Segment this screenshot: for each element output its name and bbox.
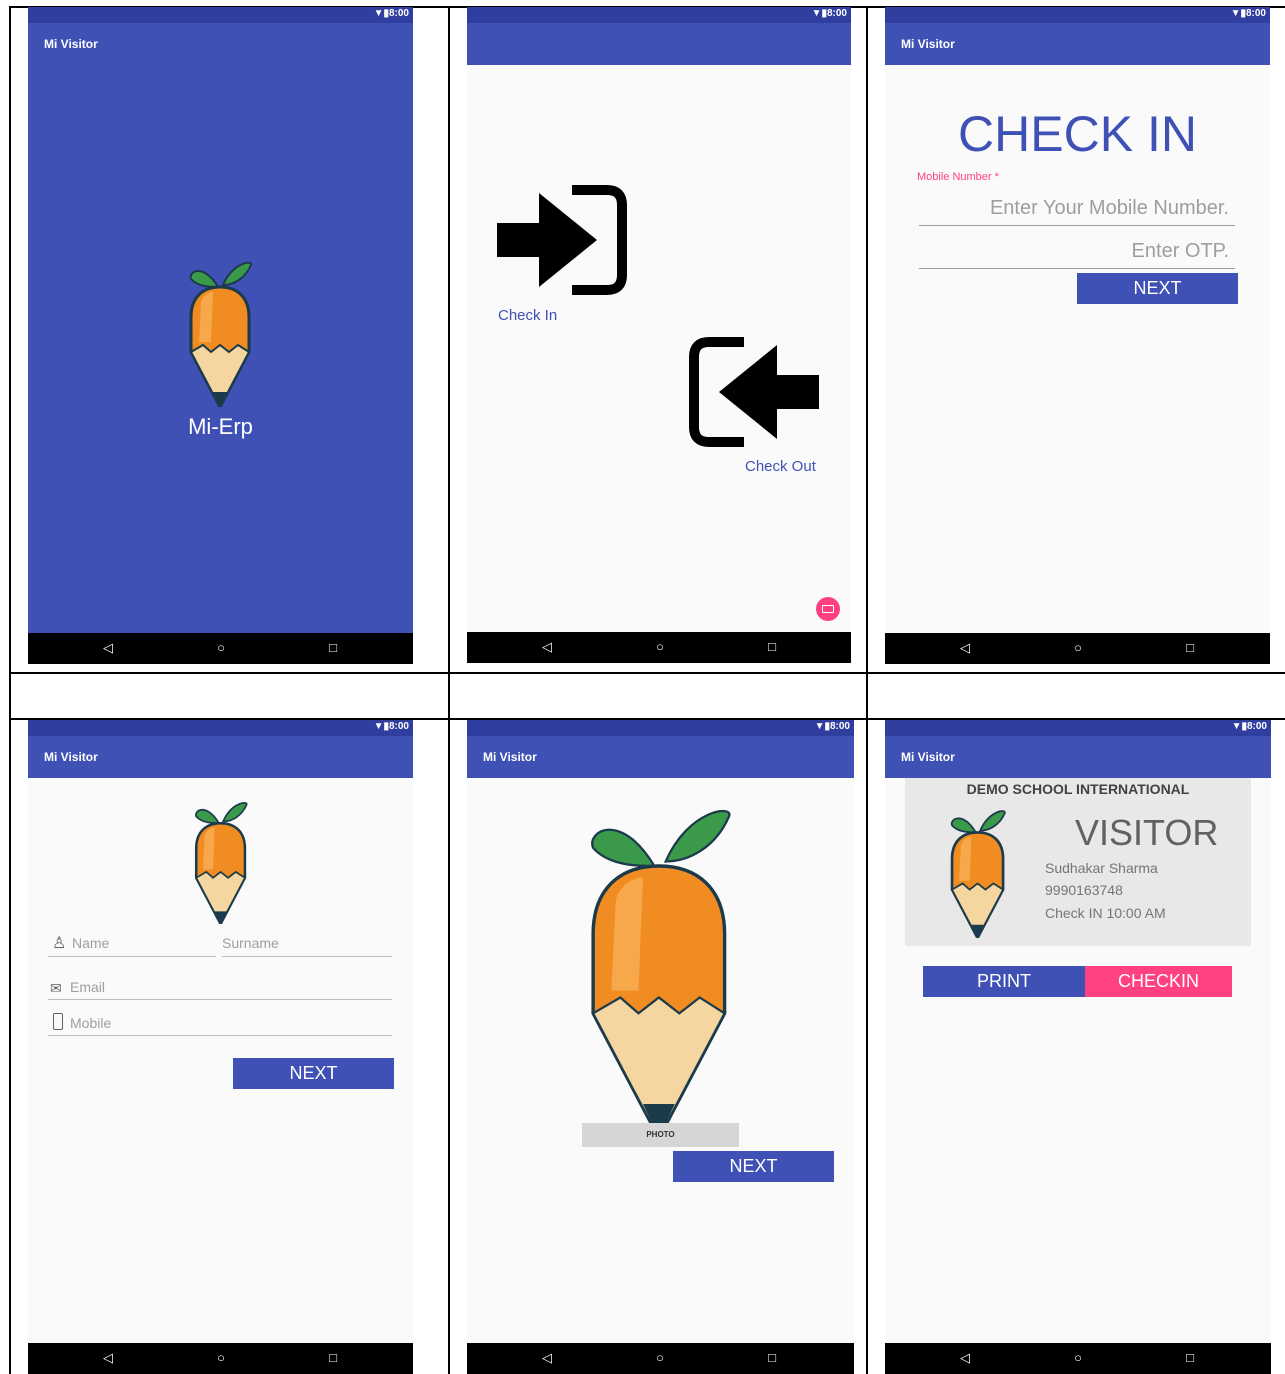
email-icon: ✉ [50,980,62,996]
recent-apps-icon[interactable]: □ [326,1351,340,1365]
recent-apps-icon[interactable]: □ [1183,1351,1197,1365]
recent-apps-icon[interactable]: □ [1183,641,1197,655]
app-bar: Mi Visitor [467,736,854,778]
next-button[interactable]: NEXT [1077,273,1238,304]
checkin-time: Check IN 10:00 AM [1045,905,1166,921]
status-icons: ▼▮8:00 [814,721,850,732]
grid-divider [866,6,868,1374]
app-bar: Mi Visitor [28,736,413,778]
app-title: Mi Visitor [483,750,537,764]
email-input[interactable]: Email [70,979,105,995]
checkin-button[interactable]: CHECKIN [1085,966,1232,997]
mobile-input[interactable]: Enter Your Mobile Number. [919,197,1229,220]
photo-screen: ▼▮8:00 Mi Visitor PHOTO NEXT ◁ ○ □ [467,720,854,1374]
check-in-icon[interactable] [497,185,627,295]
phone-icon [53,1013,63,1030]
otp-input[interactable]: Enter OTP. [919,240,1229,263]
person-icon: ♙ [52,935,67,952]
recent-apps-icon[interactable]: □ [326,641,340,655]
photo-preview-icon [591,809,731,1138]
back-icon[interactable]: ◁ [958,1351,972,1365]
mobile-label: Mobile Number * [917,171,999,183]
visitor-card: DEMO SCHOOL INTERNATIONAL VISITOR Sudhak… [905,778,1251,946]
status-bar: ▼▮8:00 [467,720,854,736]
grid-divider [9,6,11,1374]
fab-button[interactable] [816,597,840,621]
logo-icon [189,261,252,407]
check-in-screen: ▼▮8:00 Mi Visitor CHECK IN Mobile Number… [885,7,1270,664]
home-screen: ▼▮8:00 Check In Check Out ◁ ○ □ [467,7,851,663]
app-bar: Mi Visitor [28,23,413,65]
nav-bar: ◁ ○ □ [885,1343,1271,1374]
logo-icon [950,810,1006,938]
logo-icon [194,802,248,924]
home-icon[interactable]: ○ [1071,641,1085,655]
school-name: DEMO SCHOOL INTERNATIONAL [966,781,1190,797]
print-button[interactable]: PRINT [923,966,1085,997]
status-bar: ▼▮8:00 [28,7,413,23]
status-icons: ▼▮8:00 [373,721,409,732]
status-icons: ▼▮8:00 [1231,721,1267,732]
otp-underline [919,268,1235,269]
back-icon[interactable]: ◁ [540,1351,554,1365]
recent-apps-icon[interactable]: □ [765,1351,779,1365]
nav-bar: ◁ ○ □ [467,632,851,663]
app-title: Mi Visitor [901,750,955,764]
nav-bar: ◁ ○ □ [28,633,413,664]
nav-bar: ◁ ○ □ [885,633,1270,664]
visitor-name: Sudhakar Sharma [1045,860,1158,876]
mobile-underline [919,225,1235,226]
nav-bar: ◁ ○ □ [28,1343,413,1374]
status-bar: ▼▮8:00 [885,720,1271,736]
home-icon[interactable]: ○ [214,1351,228,1365]
next-button[interactable]: NEXT [673,1151,834,1182]
splash-app-name: Mi-Erp [188,414,253,439]
check-in-title: CHECK IN [958,106,1197,162]
photo-button[interactable]: PHOTO [582,1123,739,1147]
status-bar: ▼▮8:00 [467,7,851,23]
mail-icon [822,605,834,613]
app-title: Mi Visitor [44,750,98,764]
check-in-label[interactable]: Check In [498,307,557,324]
splash-screen: ▼▮8:00 Mi Visitor Mi-Erp ◁ ○ □ [28,7,413,664]
home-icon[interactable]: ○ [214,641,228,655]
status-icons: ▼▮8:00 [811,8,847,19]
email-underline [48,999,392,1000]
surname-underline [222,956,392,957]
back-icon[interactable]: ◁ [101,1351,115,1365]
check-out-icon[interactable] [689,337,819,447]
name-underline [48,956,216,957]
grid-divider [9,672,1285,674]
status-bar: ▼▮8:00 [28,720,413,736]
name-input[interactable]: Name [72,935,109,951]
back-icon[interactable]: ◁ [958,641,972,655]
visitor-pass-screen: ▼▮8:00 Mi Visitor DEMO SCHOOL INTERNATIO… [885,720,1271,1374]
grid-divider [448,6,450,1374]
screenshot-grid: ▼▮8:00 Mi Visitor Mi-Erp ◁ ○ □ ▼▮8:00 Ch… [0,0,1285,1374]
check-out-label[interactable]: Check Out [745,458,816,475]
back-icon[interactable]: ◁ [101,641,115,655]
home-icon[interactable]: ○ [653,640,667,654]
back-icon[interactable]: ◁ [540,640,554,654]
nav-bar: ◁ ○ □ [467,1343,854,1374]
visitor-mobile: 9990163748 [1045,882,1123,898]
mobile-input[interactable]: Mobile [70,1015,111,1031]
status-icons: ▼▮8:00 [1230,8,1266,19]
mobile-underline [48,1035,392,1036]
app-title: Mi Visitor [44,37,98,51]
register-screen: ▼▮8:00 Mi Visitor ♙ Name Surname ✉ Email… [28,720,413,1374]
app-title: Mi Visitor [901,37,955,51]
recent-apps-icon[interactable]: □ [765,640,779,654]
status-bar: ▼▮8:00 [885,7,1270,23]
app-bar: Mi Visitor [885,23,1270,65]
home-icon[interactable]: ○ [653,1351,667,1365]
home-icon[interactable]: ○ [1071,1351,1085,1365]
visitor-label: VISITOR [1075,812,1219,853]
surname-input[interactable]: Surname [222,935,279,951]
status-icons: ▼▮8:00 [373,8,409,19]
app-bar [467,23,851,65]
next-button[interactable]: NEXT [233,1058,394,1089]
app-bar: Mi Visitor [885,736,1271,778]
